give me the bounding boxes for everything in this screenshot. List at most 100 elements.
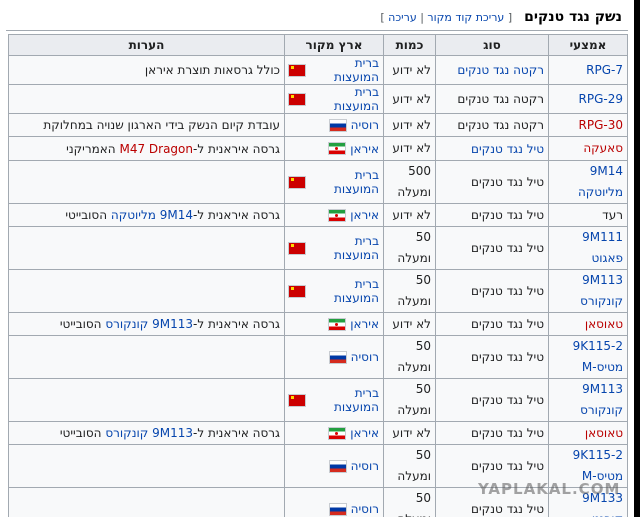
ussr-flag-icon	[289, 64, 305, 76]
cell-weapon-name[interactable]: RPG-7	[548, 55, 628, 85]
cell-type[interactable]: טיל נגד טנקים	[435, 136, 549, 161]
quantity-text: לא ידוע	[392, 141, 431, 155]
quantity-text: ומעלה	[397, 251, 431, 265]
weapon-name-text[interactable]: מליוטקה	[553, 182, 623, 203]
weapon-name-text[interactable]: RPG-30	[553, 115, 623, 136]
notes-link[interactable]: 9M14 מליוטקה	[111, 208, 193, 222]
notes-text: גרסה איראנית ל-	[193, 426, 280, 440]
weapon-name-text[interactable]: RPG-7	[553, 60, 623, 81]
weapon-name-text[interactable]: טאוסאן	[553, 314, 623, 335]
notes-link[interactable]: M47 Dragon	[119, 142, 193, 156]
notes-text: האמריקני	[66, 141, 120, 156]
weapon-name-text[interactable]: סאעקה	[553, 138, 623, 159]
weapon-name-text[interactable]: RPG-29	[553, 89, 623, 110]
quantity-text: ומעלה	[388, 509, 431, 517]
weapon-name-text[interactable]: קונקורס	[553, 400, 623, 421]
type-text: טיל נגד טנקים	[471, 175, 544, 189]
origin-country-link[interactable]: רוסיה	[351, 459, 379, 473]
weapon-name-text: רעד	[602, 207, 623, 222]
type-text[interactable]: טיל נגד טנקים	[471, 142, 544, 156]
cell-weapon-name[interactable]: 9K115-2 מטיס-M	[548, 335, 628, 379]
origin-country-link[interactable]: ברית המועצות	[310, 85, 379, 113]
origin-country-link[interactable]: ברית המועצות	[310, 234, 379, 262]
weapon-name-text[interactable]: קונקורס	[553, 291, 623, 312]
quantity-text: ומעלה	[397, 185, 431, 199]
cell-quantity: 500 ומעלה	[383, 160, 436, 204]
origin-country-link[interactable]: איראן	[350, 142, 379, 156]
bracket-close: ]	[380, 11, 385, 24]
origin-country-link[interactable]: רוסיה	[351, 118, 379, 132]
table-header-row: אמצעי סוג כמות ארץ מקור הערות	[8, 34, 628, 56]
cell-weapon-name[interactable]: סאעקה	[548, 136, 628, 161]
origin-wrapper: ברית המועצות	[289, 234, 379, 262]
cell-weapon-name[interactable]: טאוסאן	[548, 421, 628, 445]
cell-quantity: לא ידוע	[383, 136, 436, 161]
type-text[interactable]: רקטה נגד טנקים	[457, 63, 544, 77]
ussr-flag-icon	[289, 394, 305, 406]
weapon-name-text[interactable]: 9K115-2	[553, 336, 623, 357]
edit-source-link[interactable]: עריכת קוד מקור	[427, 11, 504, 24]
origin-wrapper: איראן	[289, 208, 379, 222]
weapon-name-text[interactable]: 9M113	[553, 379, 623, 400]
notes-link[interactable]: 9M113 קונקורס	[105, 317, 193, 331]
notes-link[interactable]: 9M113 קונקורס	[105, 426, 193, 440]
cell-origin: איראן	[284, 203, 384, 227]
quantity-text: לא ידוע	[392, 91, 431, 106]
origin-country-link[interactable]: רוסיה	[351, 502, 379, 516]
cell-quantity: לא ידוע	[383, 55, 436, 85]
origin-country-link[interactable]: רוסיה	[351, 350, 379, 364]
column-header-quantity: כמות	[383, 34, 436, 56]
cell-weapon-name[interactable]: 9M113 קונקורס	[548, 269, 628, 313]
cell-origin: ברית המועצות	[284, 84, 384, 114]
weapon-name-text[interactable]: 9M113	[553, 270, 623, 291]
cell-type[interactable]: רקטה נגד טנקים	[435, 55, 549, 85]
type-text: טיל נגד טנקים	[471, 284, 544, 298]
origin-country-link[interactable]: ברית המועצות	[310, 56, 379, 84]
weapon-name-text[interactable]: טאוסאן	[553, 423, 623, 444]
notes-text: גרסה איראנית ל-	[193, 141, 280, 156]
cell-quantity: 50 ומעלה	[383, 444, 436, 488]
section-title: נשק נגד טנקים	[524, 9, 622, 25]
origin-wrapper: איראן	[289, 142, 379, 156]
origin-wrapper: איראן	[289, 317, 379, 331]
quantity-text: לא ידוע	[392, 316, 431, 331]
notes-text: גרסה איראנית ל-	[193, 208, 280, 222]
cell-notes: גרסה איראנית ל-9M113 קונקורס הסובייטי	[8, 421, 285, 445]
weapon-name-text[interactable]: 9M14	[553, 161, 623, 182]
weapon-name-text[interactable]: 9K115-2	[553, 445, 623, 466]
cell-weapon-name[interactable]: 9M14 מליוטקה	[548, 160, 628, 204]
table-row: 9M113 קונקורס טיל נגד טנקים 50 ומעלה ברית המו…	[8, 378, 628, 422]
cell-weapon-name[interactable]: טאוסאן	[548, 312, 628, 336]
origin-wrapper: ברית המועצות	[289, 85, 379, 113]
cell-origin: איראן	[284, 312, 384, 336]
bracket-open: [	[507, 11, 513, 24]
origin-country-link[interactable]: איראן	[350, 426, 379, 440]
cell-weapon-name[interactable]: 9M113 קונקורס	[548, 378, 628, 422]
weapon-name-text[interactable]: פאגוט	[553, 248, 623, 269]
type-text: רקטה נגד טנקים	[457, 92, 544, 106]
edit-link[interactable]: עריכה	[388, 11, 417, 24]
type-text: טיל נגד טנקים	[471, 241, 544, 255]
cell-origin: רוסיה	[284, 113, 384, 137]
cell-quantity: לא ידוע	[383, 113, 436, 137]
table-body: RPG-7 רקטה נגד טנקים לא ידוע ברית המועצות כו…	[8, 55, 628, 517]
origin-country-link[interactable]: איראן	[350, 317, 379, 331]
origin-wrapper: ברית המועצות	[289, 386, 379, 414]
cell-quantity: לא ידוע	[383, 312, 436, 336]
cell-weapon-name[interactable]: RPG-30	[548, 113, 628, 137]
cell-weapon-name[interactable]: 9M111 פאגוט	[548, 226, 628, 270]
cell-type: טיל נגד טנקים	[435, 335, 549, 379]
origin-country-link[interactable]: ברית המועצות	[310, 277, 379, 305]
weapon-name-text[interactable]: מטיס-M	[553, 357, 623, 378]
origin-country-link[interactable]: איראן	[350, 208, 379, 222]
weapon-name-text[interactable]: 9M111	[553, 227, 623, 248]
notes-text: הסובייטי	[65, 208, 111, 222]
cell-weapon-name[interactable]: RPG-29	[548, 84, 628, 114]
cell-type: רקטה נגד טנקים	[435, 113, 549, 137]
quantity-text: ומעלה	[397, 360, 431, 374]
watermark: YAPLAKAL.COM	[478, 480, 621, 498]
type-text: טיל נגד טנקים	[471, 459, 544, 473]
origin-country-link[interactable]: ברית המועצות	[310, 168, 379, 196]
origin-country-link[interactable]: ברית המועצות	[310, 386, 379, 414]
weapon-name-text[interactable]: קורנט	[553, 509, 623, 517]
